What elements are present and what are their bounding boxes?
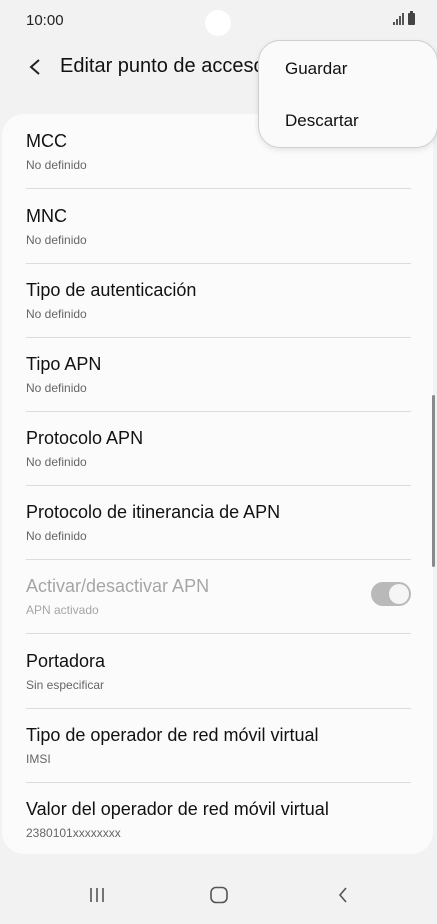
scrollbar[interactable] (432, 395, 435, 567)
setting-title: Tipo de autenticación (26, 280, 197, 300)
setting-value: No definido (26, 158, 87, 172)
setting-title: MNC (26, 206, 67, 226)
camera-cutout (205, 10, 231, 36)
setting-title: Portadora (26, 651, 106, 671)
setting-value: Sin especificar (26, 678, 105, 692)
setting-value: 2380101xxxxxxxx (26, 826, 121, 840)
setting-bearer[interactable]: Portadora Sin especificar (26, 634, 411, 709)
setting-apn-enable: Activar/desactivar APN APN activado (26, 559, 411, 634)
setting-title: Protocolo de itinerancia de APN (26, 502, 281, 522)
setting-title: Tipo APN (26, 354, 102, 374)
setting-mnc[interactable]: MNC No definido (26, 189, 411, 264)
setting-apn-protocol[interactable]: Protocolo APN No definido (26, 411, 411, 486)
page-title: Editar punto de acceso (60, 55, 265, 77)
menu-item-save[interactable]: Guardar (285, 59, 347, 79)
setting-title: Protocolo APN (26, 428, 144, 448)
setting-value: IMSI (26, 752, 51, 766)
battery-icon (408, 11, 415, 25)
setting-mvno-type[interactable]: Tipo de operador de red móvil virtual IM… (26, 708, 411, 783)
setting-title: Activar/desactivar APN (26, 576, 210, 596)
settings-list: MCC No definido MNC No definido Tipo de … (2, 114, 433, 854)
status-bar: 10:00 (0, 0, 437, 44)
back-icon (338, 887, 347, 903)
setting-value: No definido (26, 307, 87, 321)
nav-back-button[interactable] (328, 882, 358, 908)
recents-icon (90, 888, 104, 902)
recents-button[interactable] (82, 882, 112, 908)
chevron-left-icon (29, 59, 40, 75)
setting-value: No definido (26, 381, 87, 395)
home-icon (210, 886, 228, 904)
back-button[interactable] (20, 52, 50, 82)
status-time: 10:00 (26, 12, 64, 29)
setting-title: MCC (26, 131, 67, 151)
setting-apn-type[interactable]: Tipo APN No definido (26, 337, 411, 412)
status-icons (393, 11, 415, 25)
setting-apn-roaming-protocol[interactable]: Protocolo de itinerancia de APN No defin… (26, 485, 411, 560)
setting-value: No definido (26, 529, 87, 543)
apn-toggle[interactable] (371, 582, 411, 606)
setting-value: No definido (26, 455, 87, 469)
setting-title: Tipo de operador de red móvil virtual (26, 725, 319, 745)
overflow-menu: Guardar Descartar (258, 40, 437, 148)
toggle-knob (389, 584, 409, 604)
setting-value: No definido (26, 233, 87, 247)
home-button[interactable] (204, 882, 234, 908)
setting-value: APN activado (26, 603, 99, 617)
menu-item-discard[interactable]: Descartar (285, 111, 359, 131)
setting-mvno-value[interactable]: Valor del operador de red móvil virtual … (26, 782, 411, 854)
signal-icon (393, 13, 404, 25)
setting-auth-type[interactable]: Tipo de autenticación No definido (26, 263, 411, 338)
navigation-bar (0, 864, 437, 924)
setting-title: Valor del operador de red móvil virtual (26, 799, 329, 819)
